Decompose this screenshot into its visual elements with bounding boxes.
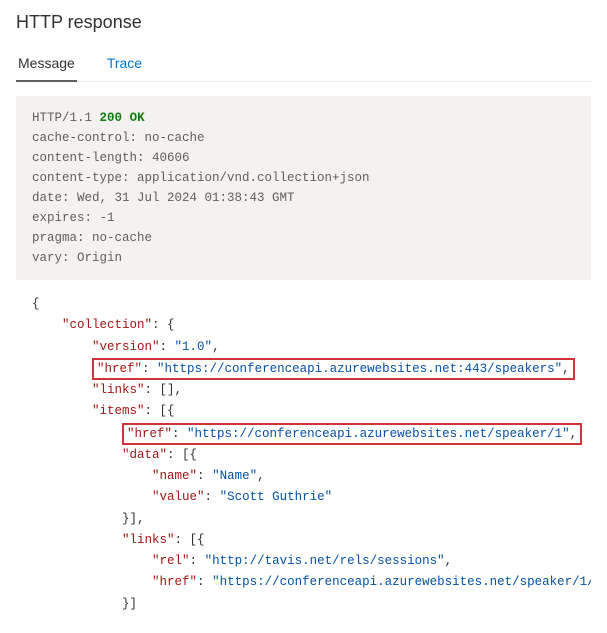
tab-message[interactable]: Message	[16, 55, 77, 81]
http-header-line: content-type: application/vnd.collection…	[32, 171, 370, 185]
page-title: HTTP response	[16, 12, 591, 33]
http-header-line: vary: Origin	[32, 251, 122, 265]
http-header-line: cache-control: no-cache	[32, 131, 205, 145]
status-code: 200 OK	[100, 111, 145, 125]
http-header-line: expires: -1	[32, 211, 115, 225]
tab-trace[interactable]: Trace	[105, 55, 144, 81]
json-body: { "collection": { "version": "1.0", "hre…	[16, 280, 591, 621]
http-header-line: date: Wed, 31 Jul 2024 01:38:43 GMT	[32, 191, 295, 205]
highlight-speaker1-href: "href": "https://conferenceapi.azurewebs…	[122, 423, 582, 445]
tab-bar: Message Trace	[16, 55, 591, 82]
http-header-line: pragma: no-cache	[32, 231, 152, 245]
highlight-speakers-href: "href": "https://conferenceapi.azurewebs…	[92, 358, 575, 380]
http-header-line: content-length: 40606	[32, 151, 190, 165]
http-header-block: HTTP/1.1 200 OK cache-control: no-cache …	[16, 96, 591, 280]
status-protocol: HTTP/1.1	[32, 111, 92, 125]
